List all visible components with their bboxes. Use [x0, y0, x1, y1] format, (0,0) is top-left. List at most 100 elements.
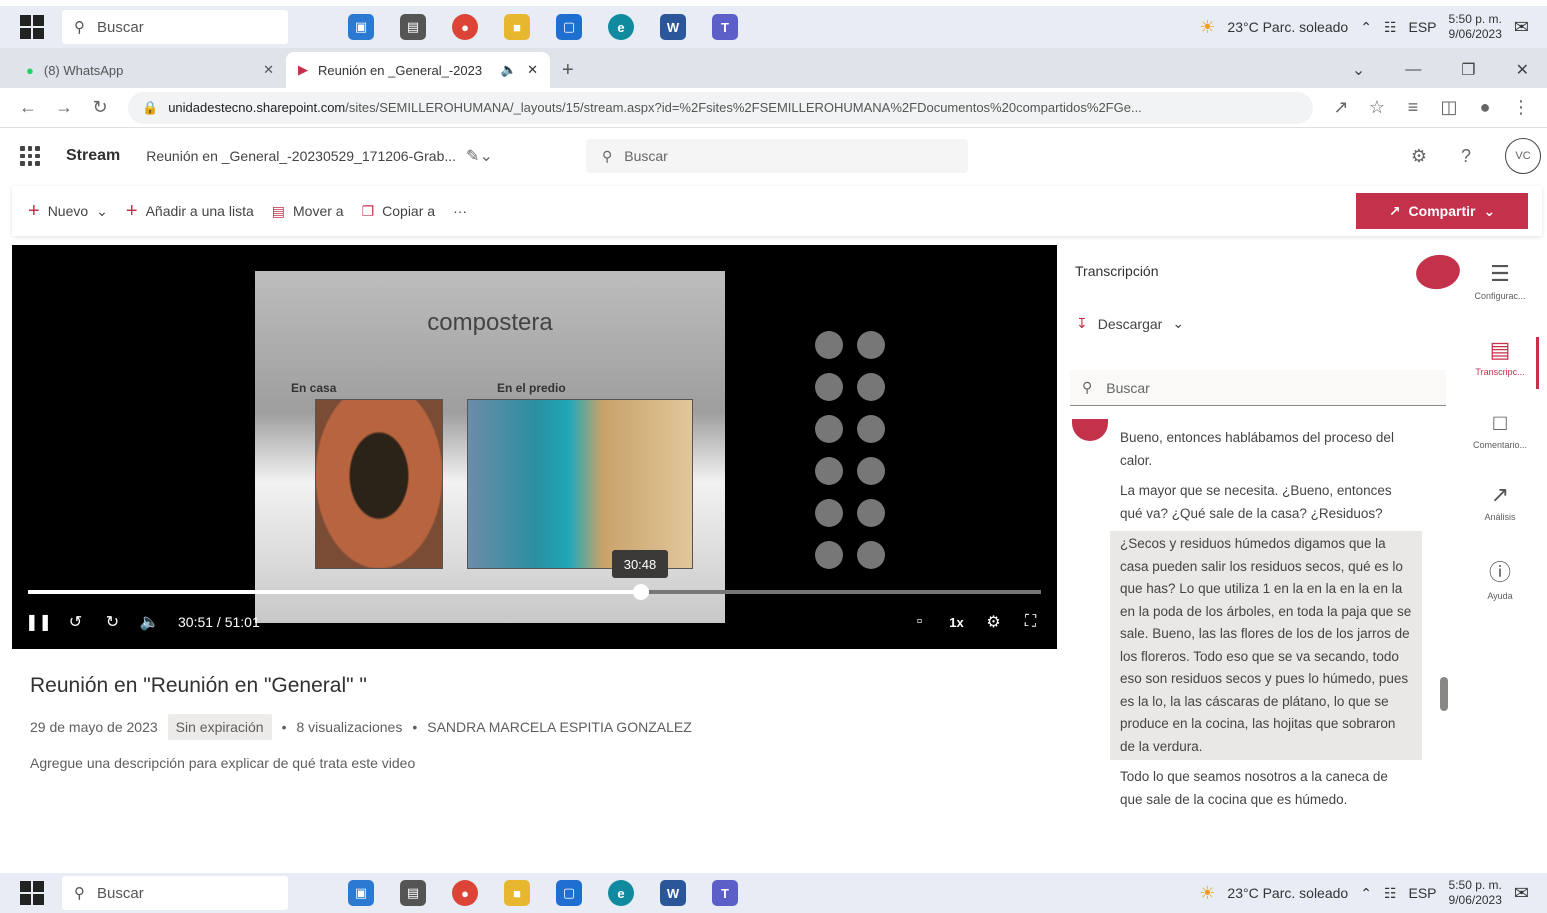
search-icon: ⚲	[1082, 379, 1093, 395]
compost-bin-photo	[467, 399, 693, 569]
new-button[interactable]: + Nuevo ⌄	[12, 200, 117, 223]
chevron-up-icon[interactable]: ⌃	[1360, 19, 1372, 36]
reload-icon[interactable]: ↻	[82, 97, 118, 118]
move-to-button[interactable]: ▤ Mover a	[263, 203, 353, 220]
widgets-icon[interactable]: ▣	[348, 14, 374, 40]
video-date: 29 de mayo de 2023	[30, 719, 158, 735]
store-icon[interactable]: ▢	[556, 14, 582, 40]
menu-dots-icon[interactable]: ⋮	[1503, 97, 1539, 118]
chrome-icon[interactable]: ●	[452, 14, 478, 40]
edge-icon[interactable]: e	[608, 880, 634, 906]
share-icon: ↗	[1388, 202, 1401, 219]
notification-icon[interactable]: ✉	[1514, 17, 1529, 38]
widgets-icon[interactable]: ▣	[348, 880, 374, 906]
file-explorer-icon[interactable]: ■	[504, 880, 530, 906]
weather-text[interactable]: 23°C Parc. soleado	[1227, 885, 1348, 901]
transcript-title: Transcripción	[1075, 263, 1159, 279]
store-icon[interactable]: ▢	[556, 880, 582, 906]
avatar[interactable]: VC	[1505, 138, 1541, 174]
minimize-icon[interactable]: —	[1405, 61, 1421, 79]
captions-icon[interactable]: ▫	[901, 613, 938, 631]
document-title[interactable]: Reunión en _General_-20230529_171206-Gra…	[146, 148, 456, 164]
settings-gear-icon[interactable]: ⚙	[975, 612, 1012, 632]
language-indicator[interactable]: ESP	[1409, 19, 1437, 35]
side-panel-icon[interactable]: ◫	[1431, 97, 1467, 118]
expiry-badge[interactable]: Sin expiración	[167, 714, 272, 740]
video-player[interactable]: compostera En casa En el predio 30:48 ❚❚…	[12, 245, 1057, 649]
task-view-icon[interactable]: ▤	[400, 880, 426, 906]
close-icon[interactable]: ✕	[527, 62, 538, 78]
scrollbar-thumb[interactable]	[1440, 677, 1448, 711]
taskbar-search[interactable]: ⚲ Buscar	[62, 876, 288, 910]
rail-settings[interactable]: ☰ Configurac...	[1460, 261, 1540, 301]
rail-transcript[interactable]: ▤ Transcripc...	[1460, 337, 1540, 377]
tab-stream[interactable]: ▶ Reunión en _General_-2023 🔈 ✕	[286, 52, 550, 88]
copy-to-button[interactable]: ❐ Copiar a	[353, 203, 444, 220]
speed-button[interactable]: 1x	[938, 615, 975, 630]
windows-start-icon[interactable]	[20, 15, 44, 39]
rail-help[interactable]: ⓘ Ayuda	[1460, 555, 1540, 601]
taskbar-search[interactable]: ⚲ Buscar	[62, 10, 288, 44]
rename-icon[interactable]: ✎⌄	[466, 146, 493, 166]
transcript-entry[interactable]: Todo lo que seamos nosotros a la caneca …	[1110, 764, 1422, 813]
file-explorer-icon[interactable]: ■	[504, 14, 530, 40]
share-button[interactable]: ↗ Compartir ⌄	[1356, 193, 1528, 229]
teams-icon[interactable]: T	[712, 14, 738, 40]
rail-comments[interactable]: □ Comentario...	[1460, 410, 1540, 450]
search-input[interactable]: ⚲ Buscar	[586, 139, 968, 173]
edge-icon[interactable]: e	[608, 14, 634, 40]
more-commands-button[interactable]: ···	[444, 203, 476, 219]
add-to-list-button[interactable]: + Añadir a una lista	[117, 200, 263, 223]
clock[interactable]: 5:50 p. m. 9/06/2023	[1449, 878, 1502, 908]
task-view-icon[interactable]: ▤	[400, 14, 426, 40]
word-icon[interactable]: W	[660, 880, 686, 906]
notification-icon[interactable]: ✉	[1514, 883, 1529, 904]
transcript-entry-active[interactable]: ¿Secos y residuos húmedos digamos que la…	[1110, 531, 1422, 760]
close-icon[interactable]: ✕	[263, 62, 274, 78]
close-window-icon[interactable]: ✕	[1516, 60, 1529, 80]
forward-10-icon[interactable]: ↻	[94, 612, 131, 632]
clock[interactable]: 5:50 p. m. 9/06/2023	[1449, 12, 1502, 42]
url-field[interactable]: 🔒 unidadestecno.sharepoint.com/sites/SEM…	[128, 91, 1313, 124]
help-icon[interactable]: ?	[1461, 146, 1471, 167]
audio-icon[interactable]: 🔈	[501, 62, 517, 78]
network-icon[interactable]: ☷	[1384, 885, 1397, 902]
rail-analytics[interactable]: ↗ Análisis	[1460, 482, 1540, 522]
teams-icon[interactable]: T	[712, 880, 738, 906]
network-icon[interactable]: ☷	[1384, 19, 1397, 36]
chevron-down-icon[interactable]: ⌄	[1352, 60, 1365, 80]
pause-icon[interactable]: ❚❚	[20, 612, 57, 632]
brand-title[interactable]: Stream	[66, 147, 120, 165]
transcript-entry[interactable]: Bueno, entonces hablábamos del proceso d…	[1110, 425, 1422, 474]
participant-tiles	[815, 331, 885, 569]
word-icon[interactable]: W	[660, 14, 686, 40]
gear-icon[interactable]: ⚙	[1411, 146, 1427, 167]
compost-pot-photo	[315, 399, 443, 569]
chevron-up-icon[interactable]: ⌃	[1360, 885, 1372, 902]
share-page-icon[interactable]: ↗	[1323, 97, 1359, 118]
fullscreen-icon[interactable]: ⛶	[1012, 613, 1049, 631]
description-placeholder[interactable]: Agregue una descripción para explicar de…	[30, 755, 415, 771]
back-icon[interactable]: ←	[10, 97, 46, 118]
transcript-search-input[interactable]: ⚲ Buscar	[1070, 370, 1446, 406]
tab-whatsapp[interactable]: ● (8) WhatsApp ✕	[14, 52, 286, 88]
profile-avatar-icon[interactable]: ●	[1467, 97, 1503, 118]
restore-icon[interactable]: ❐	[1461, 60, 1475, 80]
video-author[interactable]: SANDRA MARCELA ESPITIA GONZALEZ	[427, 719, 692, 735]
seek-handle[interactable]	[632, 584, 649, 600]
transcript-entry[interactable]: La mayor que se necesita. ¿Bueno, entonc…	[1110, 478, 1422, 527]
app-launcher-icon[interactable]	[20, 146, 40, 166]
download-button[interactable]: ↧ Descargar ⌄	[1076, 315, 1184, 332]
weather-text[interactable]: 23°C Parc. soleado	[1227, 19, 1348, 35]
seek-bar[interactable]	[28, 584, 1041, 600]
chrome-icon[interactable]: ●	[452, 880, 478, 906]
bookmark-star-icon[interactable]: ☆	[1359, 97, 1395, 118]
reading-list-icon[interactable]: ≡	[1395, 97, 1431, 118]
stream-icon: ▶	[298, 62, 308, 77]
volume-icon[interactable]: 🔈	[131, 612, 168, 632]
windows-start-icon[interactable]	[20, 881, 44, 905]
rewind-10-icon[interactable]: ↺	[57, 612, 94, 632]
new-tab-button[interactable]: +	[550, 52, 586, 88]
forward-icon[interactable]: →	[46, 97, 82, 118]
language-indicator[interactable]: ESP	[1409, 885, 1437, 901]
